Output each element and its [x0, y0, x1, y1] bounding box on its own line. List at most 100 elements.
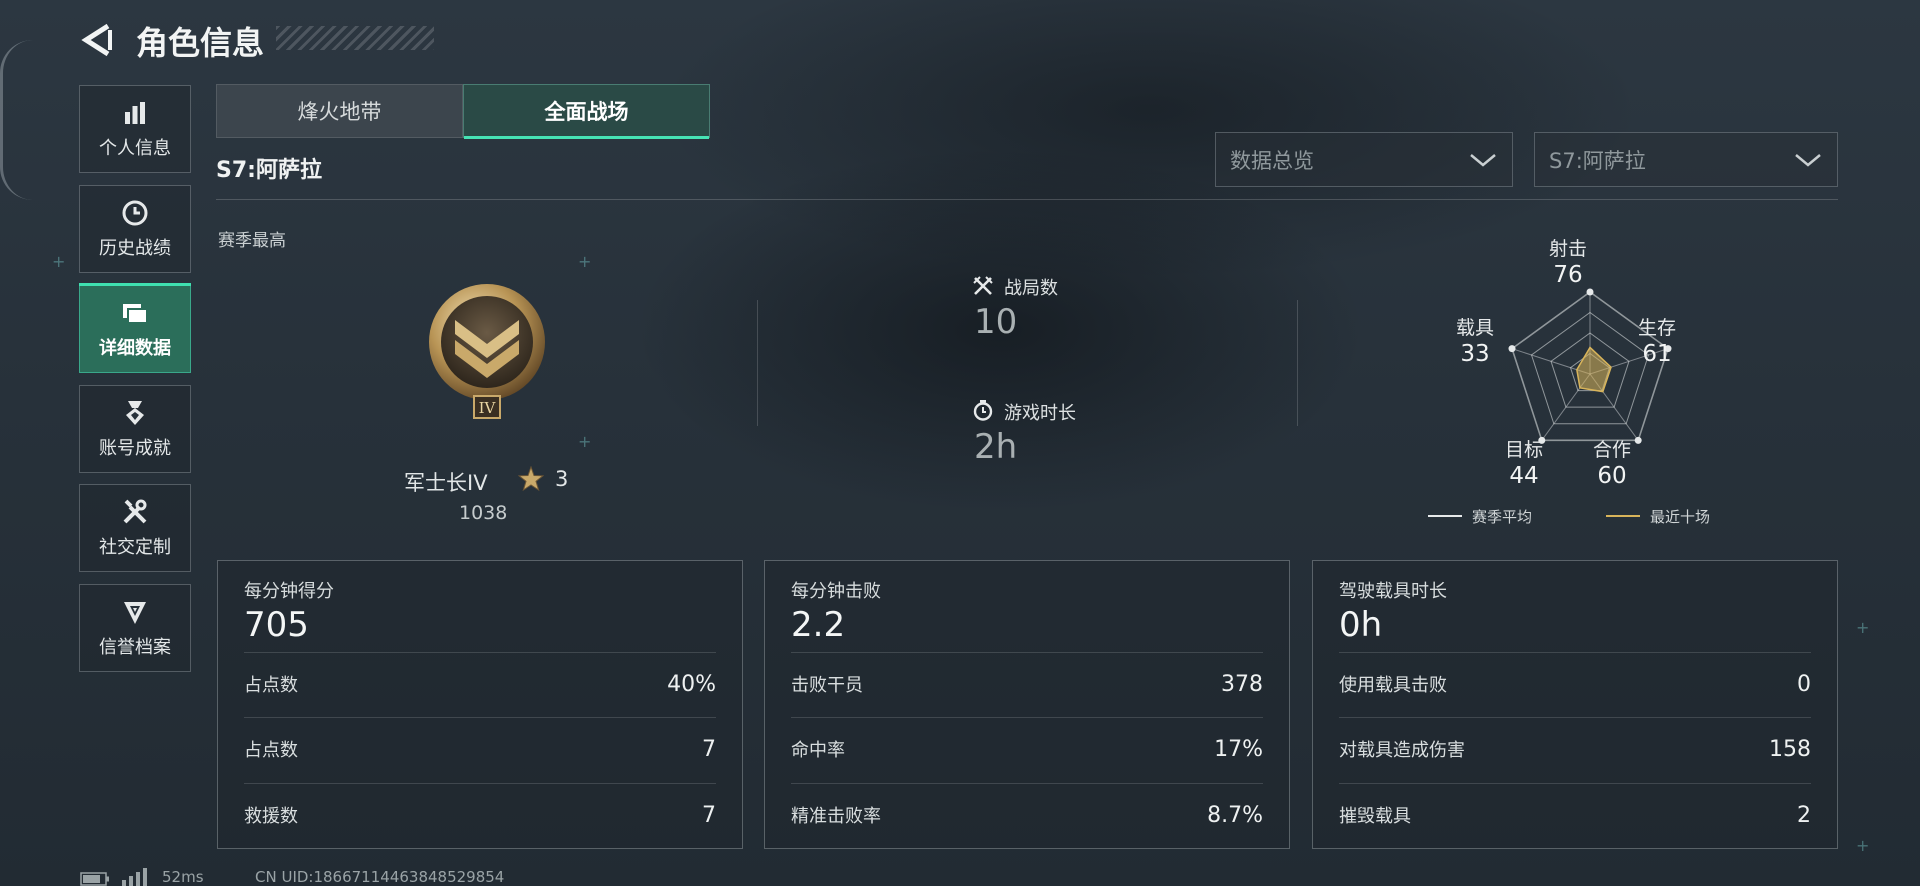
- medal-icon: [126, 401, 144, 425]
- crossed-swords-icon: [973, 276, 993, 295]
- season-title: S7:阿萨拉: [216, 158, 322, 183]
- rank-badge-icon: IV: [429, 284, 545, 419]
- crosshair-decoration: +: [578, 252, 592, 271]
- card-title: 每分钟击败: [791, 581, 881, 602]
- playtime-value: 2h: [974, 427, 1018, 467]
- stat-row-label: 救援数: [244, 806, 298, 827]
- rank-star-count: 3: [555, 467, 569, 491]
- crosshair-decoration: +: [1856, 618, 1870, 637]
- radar-value-objective: 44: [1509, 463, 1539, 489]
- rank-score: 1038: [459, 502, 508, 524]
- card-divider: [244, 717, 716, 718]
- tools-icon: [123, 499, 147, 524]
- stat-row-value: 378: [1221, 671, 1263, 697]
- stat-row-value: 0: [1797, 671, 1811, 697]
- stat-row-label: 击败干员: [791, 675, 863, 696]
- bar-chart-icon: [125, 102, 145, 124]
- clock-history-icon: [122, 200, 148, 226]
- stat-row: 摧毁载具 2: [1339, 800, 1811, 830]
- stat-row-value: 8.7%: [1207, 802, 1263, 828]
- card-divider: [791, 783, 1263, 784]
- vehicle-time-card: 驾驶载具时长 0h 使用载具击败 0 对载具造成伤害 158 摧毁载具 2: [1312, 560, 1838, 849]
- stat-row-label: 摧毁载具: [1339, 806, 1411, 827]
- card-divider: [244, 783, 716, 784]
- legend-label-recent-ten: 最近十场: [1650, 508, 1711, 526]
- stat-row: 命中率 17%: [791, 734, 1263, 764]
- stat-row-value: 7: [702, 802, 716, 828]
- sidebar-item-history[interactable]: 历史战绩: [79, 185, 191, 273]
- user-uid: CN UID:18667114463848529854: [255, 868, 505, 886]
- stat-row-label: 对载具造成伤害: [1339, 740, 1465, 761]
- stat-row-value: 7: [702, 736, 716, 762]
- stat-row-label: 占点数: [244, 675, 298, 696]
- radar-label-objective: 目标: [1504, 439, 1543, 461]
- card-divider: [1339, 652, 1811, 653]
- matches-value: 10: [974, 302, 1018, 342]
- sidebar-item-reputation[interactable]: 信誉档案: [79, 584, 191, 672]
- stat-row: 救援数 7: [244, 800, 716, 830]
- stat-row-label: 命中率: [791, 740, 845, 761]
- sidebar-item-label: 个人信息: [99, 138, 171, 159]
- playtime-label: 游戏时长: [1004, 403, 1076, 424]
- card-title: 驾驶载具时长: [1339, 581, 1447, 602]
- stat-row-value: 40%: [667, 671, 716, 697]
- card-value: 0h: [1339, 605, 1383, 645]
- card-value: 705: [244, 605, 309, 645]
- stat-row: 击败干员 378: [791, 669, 1263, 699]
- stat-row-label: 占点数: [244, 740, 298, 761]
- tab-warzone[interactable]: 烽火地带: [216, 84, 463, 138]
- radar-series-polygon: [1576, 346, 1612, 393]
- matches-label: 战局数: [1004, 278, 1058, 299]
- legend-swatch-season-average: [1428, 515, 1462, 517]
- section-divider: [757, 300, 758, 426]
- radar-vertex-dot: [1508, 345, 1516, 353]
- header-divider: [216, 199, 1838, 200]
- season-select[interactable]: S7:阿萨拉: [1534, 132, 1838, 187]
- sidebar-item-social[interactable]: 社交定制: [79, 484, 191, 572]
- radar-value-vehicle: 33: [1460, 341, 1490, 367]
- chevron-down-icon: [1470, 153, 1496, 167]
- radar-label-survival: 生存: [1637, 317, 1676, 339]
- sidebar-item-label: 账号成就: [99, 438, 171, 459]
- view-select[interactable]: 数据总览: [1215, 132, 1513, 187]
- radar-label-teamwork: 合作: [1592, 439, 1631, 461]
- legend-label-season-average: 赛季平均: [1472, 508, 1533, 526]
- section-divider: [1297, 300, 1298, 426]
- stat-row: 占点数 40%: [244, 669, 716, 699]
- radar-vertex-dot: [1586, 288, 1594, 296]
- stat-row: 对载具造成伤害 158: [1339, 734, 1811, 764]
- page-title: 角色信息: [136, 24, 265, 62]
- chevron-down-icon: [1795, 153, 1821, 167]
- stat-row-label: 精准击败率: [791, 806, 881, 827]
- crosshair-decoration: +: [52, 252, 66, 271]
- score-per-minute-card: 每分钟得分 705 占点数 40% 占点数 7 救援数 7: [217, 560, 743, 849]
- emblem-icon: [124, 602, 146, 624]
- sidebar-item-label: 历史战绩: [99, 238, 171, 259]
- back-arrow-icon[interactable]: [80, 22, 114, 58]
- sidebar-item-detailed-data[interactable]: 详细数据: [79, 283, 191, 373]
- radar-label-vehicle: 载具: [1455, 317, 1494, 339]
- stopwatch-icon: [973, 400, 993, 421]
- stat-row-value: 2: [1797, 802, 1811, 828]
- radar-value-survival: 61: [1642, 341, 1672, 367]
- view-select-value: 数据总览: [1230, 148, 1314, 173]
- legend-swatch-recent-ten: [1606, 515, 1640, 517]
- card-title: 每分钟得分: [244, 581, 334, 602]
- tab-full-battlefield[interactable]: 全面战场: [463, 84, 710, 139]
- radar-label-shooting: 射击: [1548, 238, 1587, 260]
- stat-row-label: 使用载具击败: [1339, 675, 1447, 696]
- sidebar-item-label: 社交定制: [99, 537, 171, 558]
- ping-readout: 52ms: [162, 868, 204, 886]
- sidebar-item-label: 信誉档案: [99, 637, 171, 658]
- stat-row: 精准击败率 8.7%: [791, 800, 1263, 830]
- sidebar-item-achievements[interactable]: 账号成就: [79, 385, 191, 473]
- stat-row-value: 158: [1769, 736, 1811, 762]
- defeats-per-minute-card: 每分钟击败 2.2 击败干员 378 命中率 17% 精准击败率 8.7%: [764, 560, 1290, 849]
- folders-icon: [123, 304, 148, 324]
- section-label-season-best: 赛季最高: [218, 231, 286, 251]
- sidebar-item-profile[interactable]: 个人信息: [79, 85, 191, 173]
- stat-row: 使用载具击败 0: [1339, 669, 1811, 699]
- title-stripes-decoration: [276, 26, 434, 50]
- stat-row-value: 17%: [1214, 736, 1263, 762]
- season-select-value: S7:阿萨拉: [1549, 148, 1646, 173]
